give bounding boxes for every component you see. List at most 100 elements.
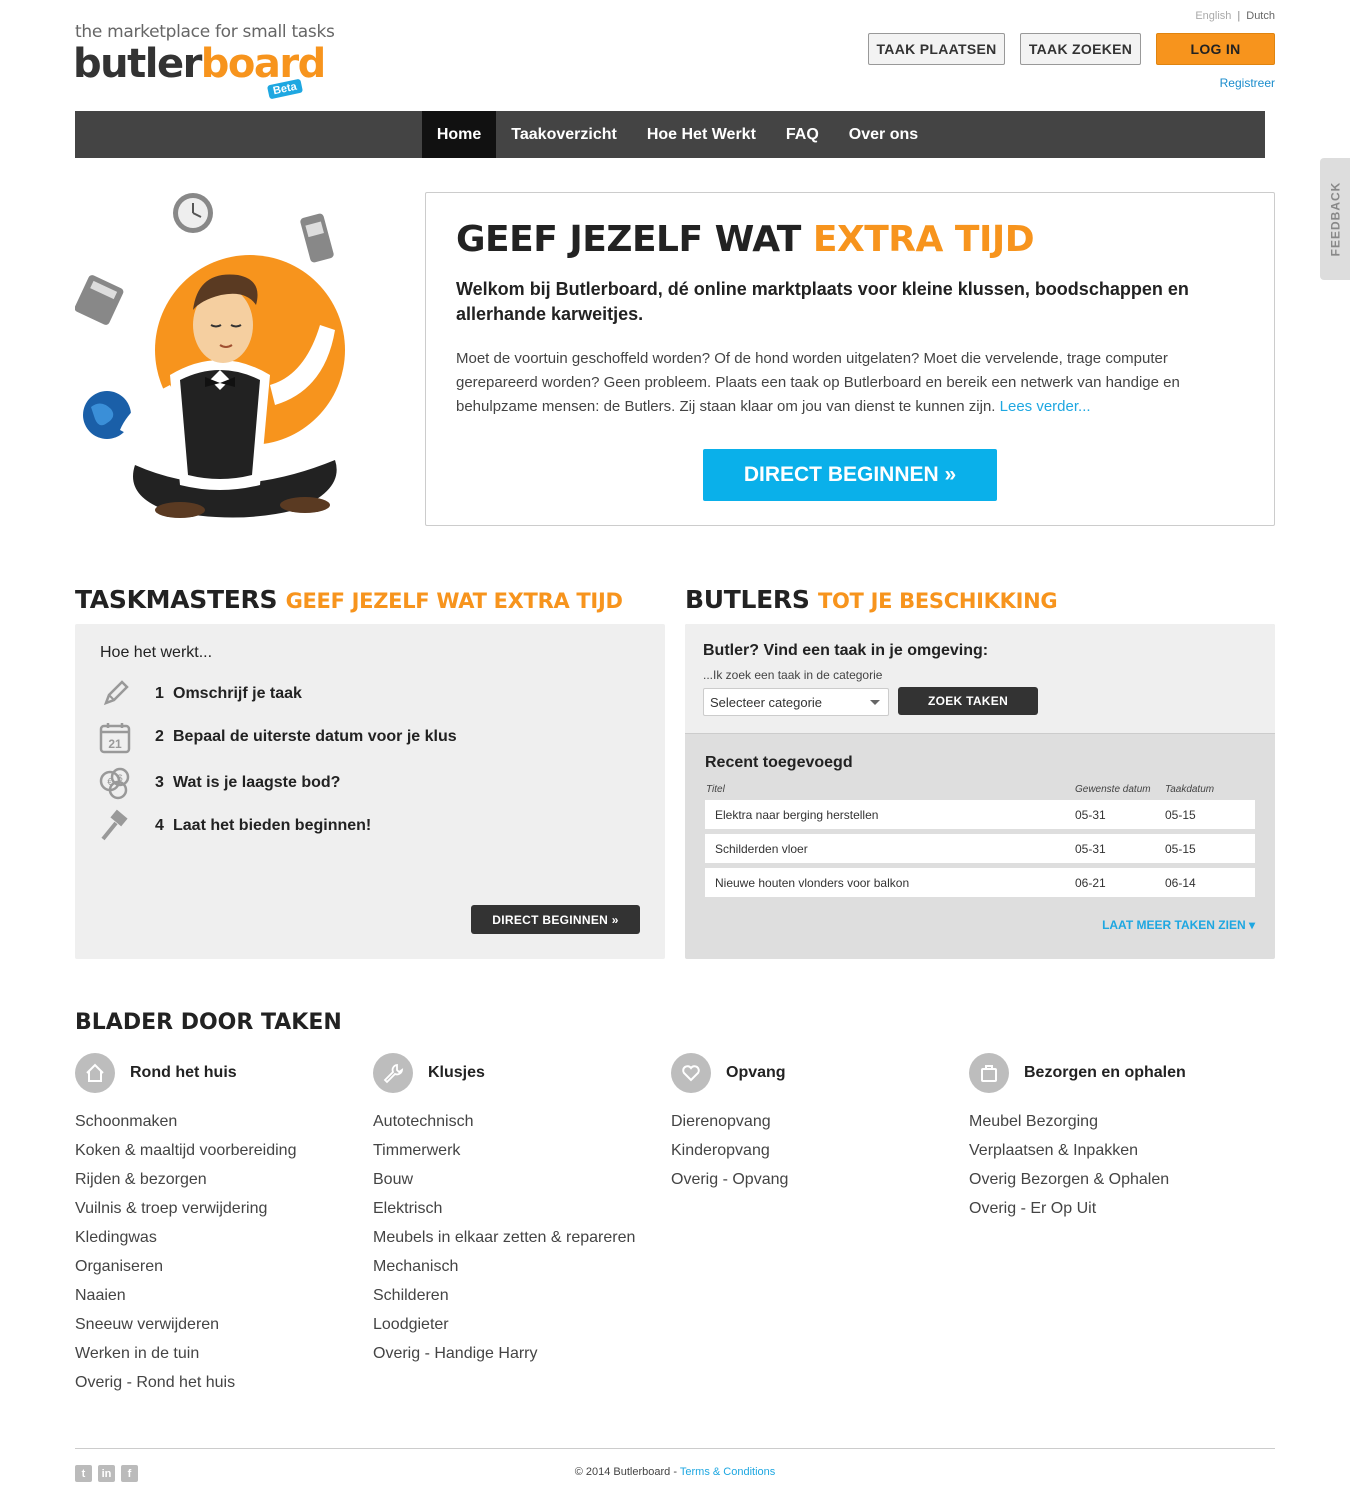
col-task-date: Taakdatum — [1165, 784, 1215, 795]
list-item[interactable]: Overig - Opvang — [671, 1169, 961, 1198]
logo-part2: board — [200, 41, 326, 87]
category-column: Bezorgen en ophalen Meubel Bezorging Ver… — [969, 1052, 1259, 1227]
calendar-icon: 21 — [95, 717, 135, 757]
list-item[interactable]: Koken & maaltijd voorbereiding — [75, 1140, 365, 1169]
list-item[interactable]: Verplaatsen & Inpakken — [969, 1140, 1259, 1169]
list-item[interactable]: Naaien — [75, 1285, 365, 1314]
list-item[interactable]: Loodgieter — [373, 1314, 663, 1343]
table-row[interactable]: Nieuwe houten vlonders voor balkon 06-21… — [705, 868, 1255, 897]
read-more-link[interactable]: Lees verder... — [1000, 398, 1091, 415]
butlers-heading: BUTLERS TOT JE BESCHIKKING — [685, 585, 1058, 614]
how-it-works-title: Hoe het werkt... — [100, 644, 213, 661]
list-item[interactable]: Dierenopvang — [671, 1111, 961, 1140]
butler-illustration — [75, 193, 345, 518]
logo-part1: butler — [73, 41, 202, 87]
list-item[interactable]: Overig - Handige Harry — [373, 1343, 663, 1372]
hero-lead: Welkom bij Butlerboard, dé online marktp… — [456, 279, 1189, 324]
list-item[interactable]: Overig - Rond het huis — [75, 1372, 365, 1401]
table-row[interactable]: Schilderden vloer 05-31 05-15 — [705, 834, 1255, 863]
nav-about[interactable]: Over ons — [834, 111, 933, 158]
recent-title: Recent toegevoegd — [705, 754, 853, 771]
list-item[interactable]: Rijden & bezorgen — [75, 1169, 365, 1198]
nav-faq[interactable]: FAQ — [771, 111, 834, 158]
house-icon — [75, 1053, 115, 1093]
list-item[interactable]: Bouw — [373, 1169, 663, 1198]
list-item[interactable]: Overig Bezorgen & Ophalen — [969, 1169, 1259, 1198]
chevron-down-icon — [870, 700, 880, 705]
show-more-tasks-link[interactable]: LAAT MEER TAKEN ZIEN ▾ — [1102, 918, 1255, 932]
list-item[interactable]: Vuilnis & troep verwijdering — [75, 1198, 365, 1227]
main-nav: Home Taakoverzicht Hoe Het Werkt FAQ Ove… — [75, 111, 1265, 158]
category-header[interactable]: Opvang — [671, 1052, 961, 1094]
svg-text:€: € — [107, 777, 113, 788]
hero-start-button[interactable]: DIRECT BEGINNEN » — [703, 449, 997, 501]
list-item[interactable]: Schoonmaken — [75, 1111, 365, 1140]
list-item[interactable]: Autotechnisch — [373, 1111, 663, 1140]
step-3: € $ 3 Wat is je laagste bod? — [95, 763, 340, 803]
svg-text:21: 21 — [108, 737, 122, 751]
category-column: Klusjes Autotechnisch Timmerwerk Bouw El… — [373, 1052, 663, 1372]
pencil-icon — [95, 674, 135, 714]
butler-search-area: Butler? Vind een taak in je omgeving: ..… — [685, 624, 1275, 734]
category-column: Rond het huis Schoonmaken Koken & maalti… — [75, 1052, 365, 1401]
find-task-button[interactable]: TAAK ZOEKEN — [1020, 33, 1141, 65]
post-task-button[interactable]: TAAK PLAATSEN — [868, 33, 1005, 65]
nav-home[interactable]: Home — [421, 111, 497, 158]
caret-down-icon: ▾ — [1248, 918, 1255, 932]
list-item[interactable]: Mechanisch — [373, 1256, 663, 1285]
login-button[interactable]: LOG IN — [1156, 33, 1275, 65]
hero-box: GEEF JEZELF WAT EXTRA TIJD Welkom bij Bu… — [425, 192, 1275, 526]
step-1: 1 Omschrijf je taak — [95, 674, 302, 714]
list-item[interactable]: Timmerwerk — [373, 1140, 663, 1169]
hero-title: GEEF JEZELF WAT EXTRA TIJD — [456, 219, 1035, 260]
footer-divider — [75, 1448, 1275, 1449]
category-column: Opvang Dierenopvang Kinderopvang Overig … — [671, 1052, 961, 1198]
category-list: Meubel Bezorging Verplaatsen & Inpakken … — [969, 1111, 1259, 1227]
taskmasters-panel: Hoe het werkt... 1 Omschrijf je taak 21 2… — [75, 624, 665, 959]
bag-icon — [969, 1053, 1009, 1093]
taskmasters-start-button[interactable]: DIRECT BEGINNEN » — [471, 905, 640, 934]
col-title: Titel — [706, 784, 725, 795]
tagline: the marketplace for small tasks — [75, 22, 335, 42]
category-header[interactable]: Rond het huis — [75, 1052, 365, 1094]
nav-how-it-works[interactable]: Hoe Het Werkt — [632, 111, 771, 158]
list-item[interactable]: Werken in de tuin — [75, 1343, 365, 1372]
butler-question: Butler? Vind een taak in je omgeving: — [703, 642, 989, 659]
lang-dutch[interactable]: Dutch — [1246, 10, 1275, 22]
list-item[interactable]: Meubels in elkaar zetten & repareren — [373, 1227, 663, 1256]
list-item[interactable]: Kinderopvang — [671, 1140, 961, 1169]
category-header[interactable]: Klusjes — [373, 1052, 663, 1094]
category-label: ...Ik zoek een taak in de categorie — [703, 668, 883, 682]
table-row[interactable]: Elektra naar berging herstellen 05-31 05… — [705, 800, 1255, 829]
register-link[interactable]: Registreer — [1220, 76, 1275, 90]
terms-link[interactable]: Terms & Conditions — [680, 1466, 775, 1478]
nav-task-overview[interactable]: Taakoverzicht — [496, 111, 632, 158]
category-list: Autotechnisch Timmerwerk Bouw Elektrisch… — [373, 1111, 663, 1372]
browse-title: BLADER DOOR TAKEN — [75, 1010, 342, 1035]
list-item[interactable]: Organiseren — [75, 1256, 365, 1285]
copyright: © 2014 Butlerboard - Terms & Conditions — [574, 1466, 776, 1478]
feedback-tab[interactable]: FEEDBACK — [1320, 158, 1350, 280]
lang-english[interactable]: English — [1195, 10, 1231, 22]
hero-text: Moet de voortuin geschoffeld worden? Of … — [456, 350, 1180, 415]
col-desired-date: Gewenste datum — [1075, 784, 1151, 795]
svg-text:$: $ — [117, 773, 122, 783]
list-item[interactable]: Meubel Bezorging — [969, 1111, 1259, 1140]
step-4: 4 Laat het bieden beginnen! — [95, 806, 371, 846]
list-item[interactable]: Kledingwas — [75, 1227, 365, 1256]
search-tasks-button[interactable]: ZOEK TAKEN — [898, 687, 1038, 715]
gavel-icon — [95, 806, 135, 846]
list-item[interactable]: Sneeuw verwijderen — [75, 1314, 365, 1343]
category-list: Dierenopvang Kinderopvang Overig - Opvan… — [671, 1111, 961, 1198]
wrench-icon — [373, 1053, 413, 1093]
list-item[interactable]: Overig - Er Op Uit — [969, 1198, 1259, 1227]
list-item[interactable]: Elektrisch — [373, 1198, 663, 1227]
category-header[interactable]: Bezorgen en ophalen — [969, 1052, 1259, 1094]
butlers-panel: Butler? Vind een taak in je omgeving: ..… — [685, 624, 1275, 959]
list-item[interactable]: Schilderen — [373, 1285, 663, 1314]
step-2: 21 2 Bepaal de uiterste datum voor je klu… — [95, 717, 457, 757]
category-list: Schoonmaken Koken & maaltijd voorbereidi… — [75, 1111, 365, 1401]
language-switch: English | Dutch — [1195, 10, 1275, 22]
category-select[interactable]: Selecteer categorie — [703, 688, 889, 716]
coins-icon: € $ — [95, 763, 135, 803]
